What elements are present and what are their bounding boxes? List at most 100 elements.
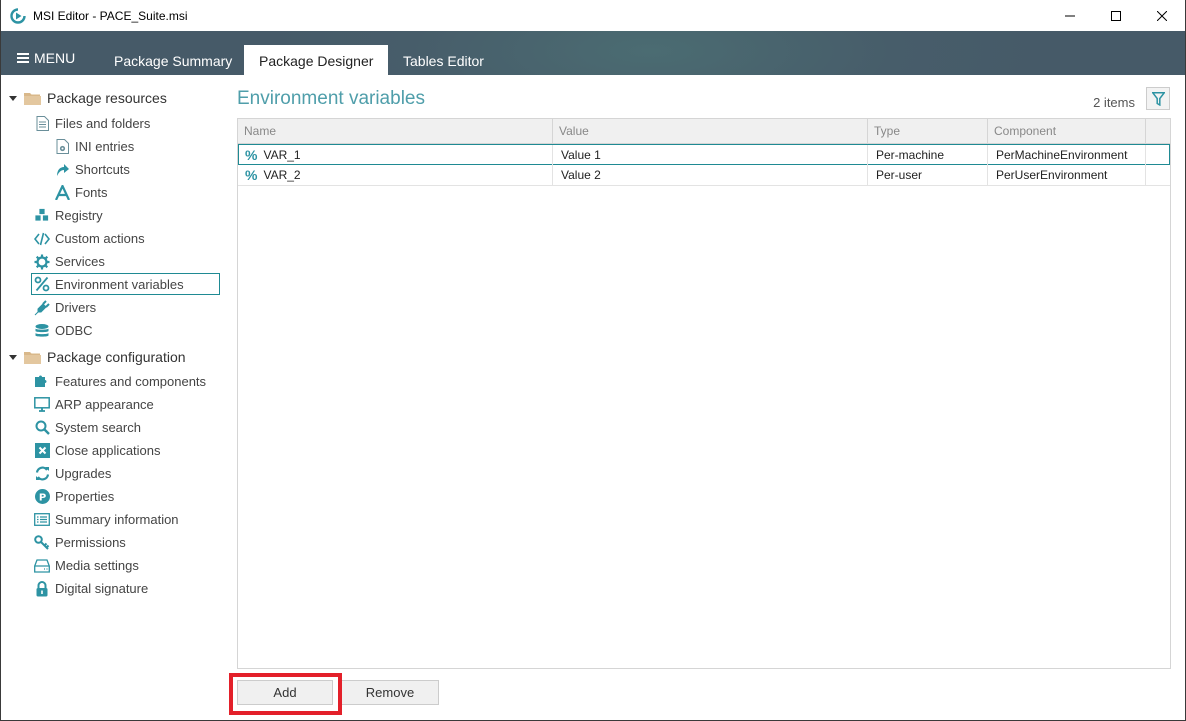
- sidebar-item-label: Shortcuts: [75, 162, 130, 177]
- sidebar-item-label: Custom actions: [55, 231, 145, 246]
- sidebar-item-permissions[interactable]: Permissions: [32, 532, 130, 553]
- remove-button[interactable]: Remove: [341, 680, 439, 705]
- sidebar-item-close-applications[interactable]: Close applications: [32, 440, 165, 461]
- sidebar-tree: Package resources Files and folders INI …: [1, 75, 229, 720]
- sidebar-item-summary-information[interactable]: Summary information: [32, 509, 183, 530]
- percent-icon: %: [245, 147, 258, 163]
- tree-group-package-resources[interactable]: Package resources: [9, 87, 167, 109]
- sidebar-item-features-and-components[interactable]: Features and components: [32, 371, 210, 392]
- sidebar-item-label: ODBC: [55, 323, 93, 338]
- menu-button[interactable]: MENU: [17, 50, 75, 66]
- plug-icon: [34, 299, 50, 316]
- tab-package-summary[interactable]: Package Summary: [99, 45, 247, 75]
- percent-icon: %: [245, 167, 258, 183]
- sidebar-item-label: Environment variables: [55, 276, 184, 292]
- sidebar-item-fonts[interactable]: Fonts: [52, 182, 112, 203]
- shortcut-arrow-icon: [54, 162, 70, 178]
- tab-package-designer[interactable]: Package Designer: [244, 45, 389, 75]
- sidebar-item-digital-signature[interactable]: Digital signature: [32, 578, 152, 599]
- expand-caret-icon[interactable]: [9, 354, 17, 360]
- sidebar-item-registry[interactable]: Registry: [32, 205, 107, 226]
- tree-group-label: Package resources: [47, 90, 167, 106]
- maximize-button[interactable]: [1093, 0, 1139, 31]
- cell-name-text: VAR_1: [263, 148, 301, 162]
- tab-tables-editor[interactable]: Tables Editor: [388, 45, 499, 75]
- sidebar-item-label: Properties: [55, 489, 115, 504]
- tree-group-label: Package configuration: [47, 349, 186, 365]
- menu-label: MENU: [34, 50, 76, 66]
- sidebar-item-shortcuts[interactable]: Shortcuts: [52, 159, 134, 180]
- sidebar-item-files-and-folders[interactable]: Files and folders: [32, 113, 154, 134]
- monitor-icon: [34, 397, 50, 413]
- sidebar-item-properties[interactable]: P Properties: [32, 486, 118, 507]
- sidebar-item-label: Drivers: [55, 300, 97, 315]
- properties-p-icon: P: [34, 489, 50, 505]
- search-icon: [34, 420, 50, 436]
- sidebar-item-label: Services: [55, 254, 105, 269]
- font-icon: [54, 185, 70, 201]
- registry-cubes-icon: [34, 208, 50, 224]
- sidebar-item-label: Upgrades: [55, 466, 112, 481]
- database-icon: [34, 323, 50, 339]
- cell-name-text: VAR_2: [263, 168, 301, 182]
- cell-name: % VAR_2: [238, 165, 553, 185]
- puzzle-icon: [34, 374, 50, 390]
- filter-button[interactable]: [1146, 87, 1170, 110]
- sidebar-item-odbc[interactable]: ODBC: [32, 320, 97, 341]
- navigation-bar: MENU Package Summary Package Designer Ta…: [1, 31, 1185, 75]
- column-header-name[interactable]: Name: [238, 119, 553, 144]
- sidebar-item-upgrades[interactable]: Upgrades: [32, 463, 115, 484]
- sidebar-item-label: Permissions: [55, 535, 126, 550]
- add-button[interactable]: Add: [237, 680, 333, 705]
- sidebar-item-ini-entries[interactable]: INI entries: [52, 136, 138, 157]
- refresh-icon: [34, 466, 50, 482]
- sidebar-item-media-settings[interactable]: Media settings: [32, 555, 143, 576]
- sidebar-item-services[interactable]: Services: [32, 251, 109, 272]
- sidebar-item-arp-appearance[interactable]: ARP appearance: [32, 394, 158, 415]
- cell-value: Value 2: [553, 165, 868, 185]
- folder-icon: [24, 92, 41, 105]
- close-box-icon: [34, 443, 50, 459]
- sidebar-item-label: Files and folders: [55, 116, 151, 131]
- table-row[interactable]: % VAR_1 Value 1 Per-machine PerMachineEn…: [238, 144, 1170, 165]
- sidebar-item-label: Digital signature: [55, 581, 149, 596]
- item-count-label: 2 items: [1093, 95, 1135, 110]
- table-row[interactable]: % VAR_2 Value 2 Per-user PerUserEnvironm…: [238, 165, 1170, 186]
- window-title: MSI Editor - PACE_Suite.msi: [33, 8, 188, 23]
- column-header-value[interactable]: Value: [553, 119, 868, 144]
- cell-type: Per-machine: [868, 145, 988, 165]
- sidebar-item-custom-actions[interactable]: Custom actions: [32, 228, 149, 249]
- tree-group-package-configuration[interactable]: Package configuration: [9, 346, 186, 368]
- sidebar-item-label: ARP appearance: [55, 397, 154, 412]
- page-title: Environment variables: [237, 88, 425, 109]
- ini-file-icon: [54, 139, 70, 155]
- app-window: MSI Editor - PACE_Suite.msi MENU Package…: [0, 0, 1186, 721]
- expand-caret-icon[interactable]: [9, 95, 17, 101]
- sidebar-item-environment-variables[interactable]: Environment variables: [31, 273, 220, 295]
- svg-text:P: P: [38, 493, 45, 504]
- hamburger-icon: [17, 53, 29, 63]
- sidebar-item-label: Registry: [55, 208, 103, 223]
- title-bar: MSI Editor - PACE_Suite.msi: [1, 0, 1185, 31]
- column-header-type[interactable]: Type: [868, 119, 988, 144]
- document-icon: [34, 116, 50, 132]
- sidebar-item-label: INI entries: [75, 139, 135, 154]
- sidebar-item-label: Summary information: [55, 512, 179, 527]
- filter-icon: [1151, 91, 1165, 106]
- minimize-button[interactable]: [1047, 0, 1093, 31]
- cell-name: % VAR_1: [239, 145, 553, 165]
- percent-icon: [34, 276, 50, 292]
- cell-component: PerMachineEnvironment: [988, 145, 1146, 165]
- key-icon: [34, 535, 50, 551]
- lock-icon: [34, 580, 50, 597]
- close-button[interactable]: [1139, 0, 1185, 31]
- sidebar-item-drivers[interactable]: Drivers: [32, 297, 100, 318]
- folder-icon: [24, 351, 41, 364]
- sidebar-item-label: Close applications: [55, 443, 161, 458]
- sidebar-item-label: System search: [55, 420, 141, 435]
- gear-icon: [34, 254, 50, 270]
- column-header-component[interactable]: Component: [988, 119, 1146, 144]
- cell-value: Value 1: [553, 145, 868, 165]
- list-icon: [34, 512, 50, 528]
- sidebar-item-system-search[interactable]: System search: [32, 417, 145, 438]
